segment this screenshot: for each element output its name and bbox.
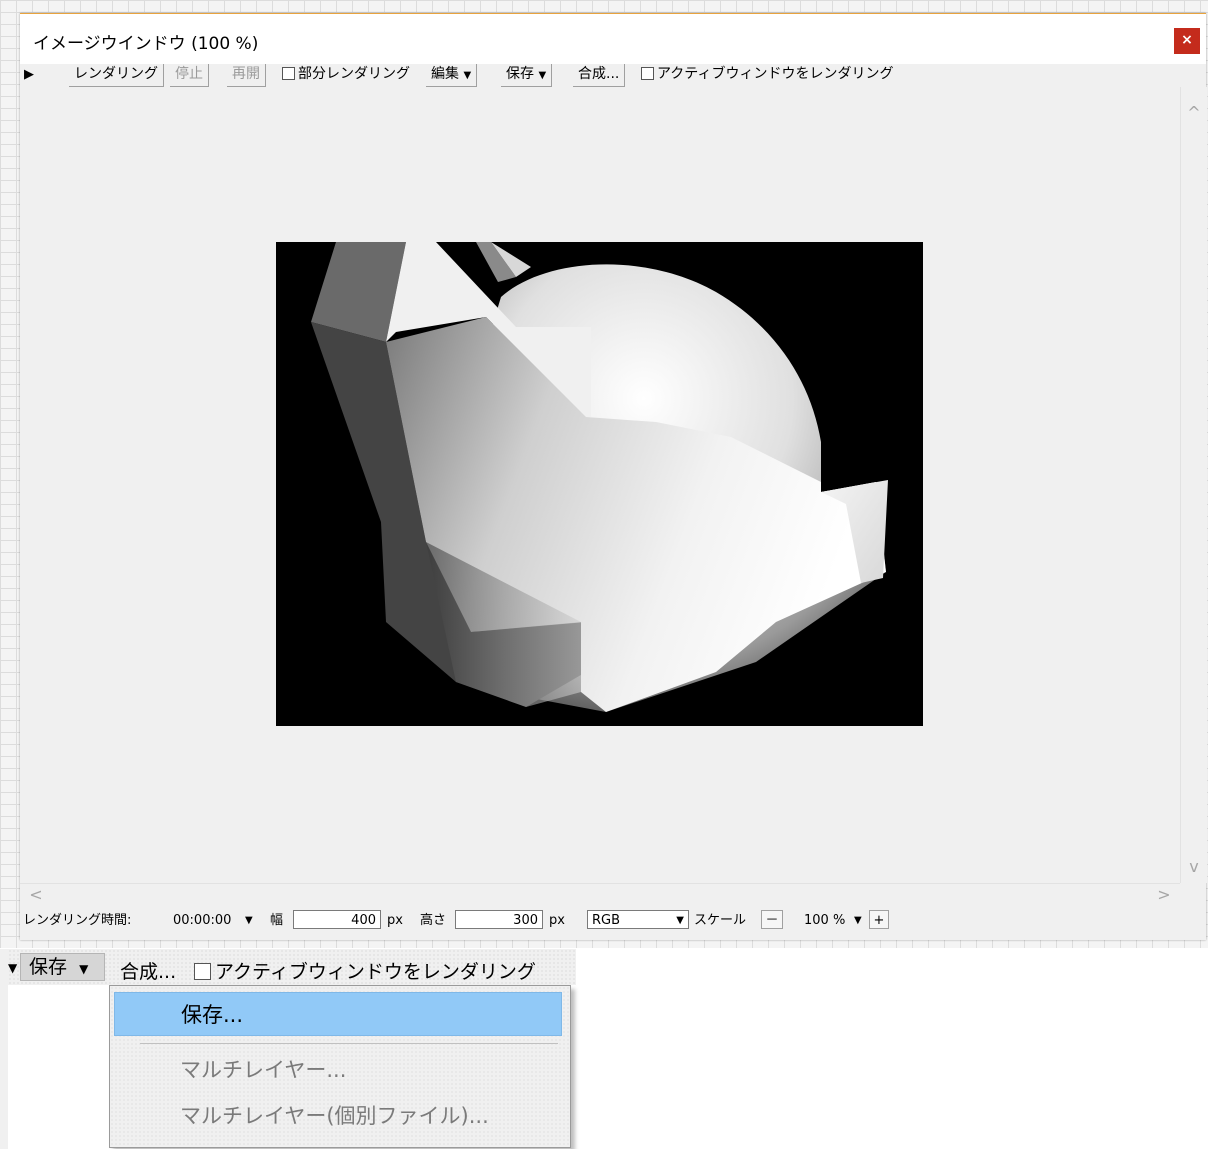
menu-item-multilayer-separate-files[interactable]: マルチレイヤー(個別ファイル)...	[114, 1094, 562, 1138]
chevron-down-icon: ▼	[538, 70, 547, 81]
chevron-down-icon: ▼	[8, 961, 18, 975]
chevron-down-icon: ▼	[676, 915, 684, 926]
composite-button[interactable]: 合成...	[120, 957, 176, 984]
partial-render-label: 部分レンダリング	[298, 66, 410, 82]
stop-button[interactable]: 停止	[170, 64, 209, 87]
save-label: 保存	[29, 956, 68, 978]
height-unit: px	[549, 913, 565, 928]
partial-render-toggle[interactable]: 部分レンダリング	[282, 64, 410, 86]
close-button[interactable]: ×	[1174, 28, 1200, 54]
edit-label: 編集	[431, 66, 459, 82]
active-window-checkbox[interactable]	[194, 963, 211, 980]
width-unit: px	[387, 913, 403, 928]
save-menu-button-active[interactable]: 保存 ▼	[20, 953, 105, 981]
chevron-down-icon: ▼	[79, 962, 89, 976]
scale-increase-button[interactable]: +	[869, 910, 889, 929]
chevron-down-icon[interactable]: ▼	[245, 910, 253, 932]
active-window-toggle[interactable]: アクティブウィンドウをレンダリング	[194, 957, 536, 984]
render-time-label: レンダリング時間:	[23, 913, 132, 928]
scale-decrease-button[interactable]: －	[761, 910, 783, 929]
horizontal-scrollbar[interactable]: < >	[20, 883, 1180, 908]
menu-item-save[interactable]: 保存...	[114, 992, 562, 1036]
play-icon[interactable]: ▶	[24, 64, 34, 86]
active-window-label: アクティブウィンドウをレンダリング	[657, 66, 894, 82]
window-title: イメージウインドウ (100 %)	[33, 34, 259, 54]
width-label: 幅	[270, 913, 284, 928]
scale-label: スケール	[694, 913, 747, 928]
active-window-label: アクティブウィンドウをレンダリング	[215, 961, 536, 983]
background-strip	[0, 949, 8, 1149]
chevron-down-icon: ▼	[463, 70, 472, 81]
scroll-right-icon[interactable]: >	[1154, 885, 1174, 904]
edit-menu-button[interactable]: 編集 ▼	[426, 64, 478, 87]
color-mode-select[interactable]: RGB ▼	[587, 910, 689, 929]
partial-render-checkbox[interactable]	[282, 67, 295, 80]
vertical-scrollbar[interactable]: ^ v	[1180, 87, 1207, 883]
width-input[interactable]: 400	[293, 910, 381, 929]
chevron-down-icon[interactable]: ▼	[854, 910, 862, 932]
scroll-down-icon[interactable]: v	[1181, 857, 1207, 876]
render-time-value: 00:00:00	[173, 913, 232, 928]
color-mode-value: RGB	[592, 913, 621, 928]
active-window-toggle[interactable]: アクティブウィンドウをレンダリング	[641, 64, 893, 86]
scroll-up-icon[interactable]: ^	[1181, 103, 1207, 122]
active-window-checkbox[interactable]	[641, 67, 654, 80]
image-window: イメージウインドウ (100 %) × ▶ レンダリング 停止 再開 部分レンダ…	[20, 13, 1207, 940]
resume-button[interactable]: 再開	[227, 64, 266, 87]
menu-separator	[140, 1043, 558, 1044]
render-toolbar: ▶ レンダリング 停止 再開 部分レンダリング 編集 ▼ 保存 ▼ 合成... …	[20, 64, 1206, 87]
height-input[interactable]: 300	[455, 910, 543, 929]
zoomed-toolbar: ▼ 保存 ▼ 合成... アクティブウィンドウをレンダリング	[8, 949, 576, 985]
menu-item-multilayer[interactable]: マルチレイヤー...	[114, 1048, 562, 1092]
rendered-image	[276, 242, 923, 726]
scale-value: 100 %	[804, 913, 846, 928]
height-label: 高さ	[420, 913, 447, 928]
render-button[interactable]: レンダリング	[69, 64, 164, 87]
zoomed-save-menu: ▼ 保存 ▼ 合成... アクティブウィンドウをレンダリング 保存... マルチ…	[8, 949, 576, 1149]
image-viewport[interactable]	[20, 87, 1180, 883]
scroll-left-icon[interactable]: <	[26, 885, 46, 904]
status-bar: レンダリング時間: 00:00:00 ▼ 幅 400 px 高さ 300 px …	[20, 907, 1206, 940]
save-label: 保存	[506, 66, 534, 82]
save-menu-button[interactable]: 保存 ▼	[501, 64, 553, 87]
title-bar: イメージウインドウ (100 %) ×	[20, 14, 1206, 64]
composite-button[interactable]: 合成...	[573, 64, 626, 87]
save-dropdown-menu: 保存... マルチレイヤー... マルチレイヤー(個別ファイル)...	[109, 985, 571, 1148]
